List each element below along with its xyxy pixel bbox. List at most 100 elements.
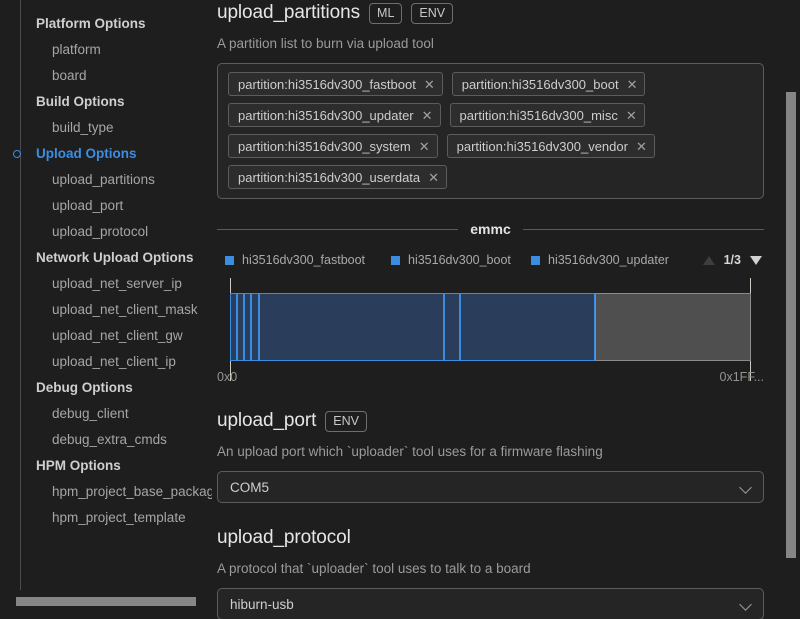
close-icon[interactable]: ✕ (626, 109, 637, 122)
sidebar-item-label: Platform Options (36, 16, 146, 31)
upload-partitions-description: A partition list to burn via upload tool (217, 36, 434, 51)
chart-plot-area: 0x0 0x1FF... (217, 278, 764, 386)
sidebar-item-label: debug_client (52, 406, 129, 421)
main-vertical-scrollbar-thumb[interactable] (786, 92, 796, 558)
sidebar-item-upload-partitions[interactable]: upload_partitions (0, 167, 212, 193)
close-icon[interactable]: ✕ (424, 78, 435, 91)
chevron-down-icon[interactable] (739, 598, 752, 611)
close-icon[interactable]: ✕ (428, 171, 439, 184)
sidebar-item-hpm-project-template[interactable]: hpm_project_template (0, 505, 212, 531)
partition-segment[interactable] (259, 293, 444, 361)
sidebar-item-label: debug_extra_cmds (52, 432, 167, 447)
sidebar-item-debug-extra-cmds[interactable]: debug_extra_cmds (0, 427, 212, 453)
sidebar-item-label: hpm_project_template (52, 510, 186, 525)
partition-segment[interactable] (443, 293, 461, 361)
chart-legend-item: hi3516dv300_updater (531, 253, 669, 267)
sidebar-item-label: Network Upload Options (36, 250, 194, 265)
sidebar-item-label: HPM Options (36, 458, 121, 473)
partition-tag[interactable]: partition:hi3516dv300_userdata ✕ (228, 165, 448, 189)
page-title: upload_partitions (217, 2, 361, 23)
sidebar-item-label: build_type (52, 120, 114, 135)
axis-label-min: 0x0 (217, 370, 238, 384)
sidebar-item-label: upload_protocol (52, 224, 149, 239)
emmc-chart-divider: emmc (217, 221, 764, 237)
legend-label: hi3516dv300_updater (548, 253, 669, 267)
sidebar-horizontal-scrollbar[interactable] (0, 589, 212, 619)
sidebar-item-hpm-project-base-package[interactable]: hpm_project_base_package (0, 479, 212, 505)
partition-tag[interactable]: partition:hi3516dv300_vendor ✕ (446, 134, 655, 158)
partition-tag-label: partition:hi3516dv300_userdata (238, 169, 421, 185)
upload-port-select[interactable]: COM5 (217, 471, 764, 503)
partition-tag-label: partition:hi3516dv300_boot (461, 76, 619, 92)
sidebar-item-build-type[interactable]: build_type (0, 115, 212, 141)
chevron-down-icon[interactable] (739, 481, 752, 494)
partition-segment[interactable] (251, 293, 260, 361)
sidebar-item-debug-client[interactable]: debug_client (0, 401, 212, 427)
upload-protocol-description: A protocol that `uploader` tool uses to … (217, 561, 531, 576)
close-icon[interactable]: ✕ (636, 140, 647, 153)
upload-port-header: upload_port ENV (212, 408, 784, 434)
sidebar-item-platform[interactable]: platform (0, 37, 212, 63)
partition-tag[interactable]: partition:hi3516dv300_boot ✕ (451, 72, 646, 96)
partition-tag[interactable]: partition:hi3516dv300_system ✕ (228, 134, 438, 158)
divider-rule-right (522, 228, 764, 230)
sidebar-item-label: upload_port (52, 198, 124, 213)
partition-tag[interactable]: partition:hi3516dv300_misc ✕ (449, 103, 645, 127)
upload-protocol-title: upload_protocol (217, 527, 351, 548)
sidebar-item-platform-options[interactable]: Platform Options (0, 11, 212, 37)
sidebar-item-upload-port[interactable]: upload_port (0, 193, 212, 219)
sidebar-item-debug-options[interactable]: Debug Options (0, 375, 212, 401)
options-tree: Platform Options platform board Build Optio… (0, 0, 212, 531)
sidebar-item-upload-net-client-mask[interactable]: upload_net_client_mask (0, 297, 212, 323)
node-expanded-icon[interactable] (13, 150, 21, 158)
sidebar-item-upload-net-client-ip[interactable]: upload_net_client_ip (0, 349, 212, 375)
config-editor-window: Platform Options platform board Build Optio… (0, 0, 800, 619)
sidebar-item-label: platform (52, 42, 101, 57)
upload-protocol-select[interactable]: hiburn-usb (217, 588, 764, 619)
sidebar-horizontal-scrollbar-thumb[interactable] (16, 597, 196, 606)
sidebar-item-upload-options[interactable]: Upload Options (0, 141, 212, 167)
sidebar-item-upload-protocol[interactable]: upload_protocol (0, 219, 212, 245)
close-icon[interactable]: ✕ (422, 109, 433, 122)
chart-legend-pager[interactable]: 1/3 (702, 251, 762, 269)
close-icon[interactable]: ✕ (627, 78, 638, 91)
divider-rule-left (217, 228, 459, 230)
partition-segment[interactable] (244, 293, 252, 361)
partition-segment[interactable] (460, 293, 595, 361)
chart-legend: hi3516dv300_fastboot hi3516dv300_boot hi35… (217, 251, 764, 269)
partition-tag-label: partition:hi3516dv300_vendor (456, 138, 628, 154)
badge-env[interactable]: ENV (411, 2, 454, 24)
sidebar-item-label: upload_net_client_mask (52, 302, 198, 317)
badge-env-upload-port[interactable]: ENV (325, 410, 367, 432)
main-vertical-scrollbar[interactable] (778, 0, 800, 619)
sidebar-item-board[interactable]: board (0, 63, 212, 89)
sidebar-item-label: Build Options (36, 94, 125, 109)
upload-partitions-tag-list[interactable]: partition:hi3516dv300_fastboot ✕ partition… (217, 63, 764, 199)
upload-port-value: COM5 (230, 479, 270, 495)
partition-tag[interactable]: partition:hi3516dv300_fastboot ✕ (228, 72, 443, 96)
chart-legend-item: hi3516dv300_fastboot (225, 253, 391, 267)
partition-segment[interactable] (236, 293, 245, 361)
legend-swatch-icon (531, 255, 540, 265)
legend-swatch-icon (225, 255, 234, 265)
close-icon[interactable]: ✕ (419, 140, 430, 153)
emmc-partition-chart: hi3516dv300_fastboot hi3516dv300_boot hi35… (217, 251, 764, 386)
partition-segment[interactable] (230, 293, 237, 361)
sidebar-item-hpm-options[interactable]: HPM Options (0, 453, 212, 479)
sidebar-item-label: board (52, 68, 87, 83)
upload-partitions-header: upload_partitions ML ENV (212, 0, 784, 26)
options-sidebar: Platform Options platform board Build Optio… (0, 0, 212, 619)
chart-axis-labels: 0x0 0x1FF... (217, 370, 764, 384)
partition-segment[interactable] (594, 293, 751, 361)
sidebar-item-label: upload_net_client_ip (52, 354, 176, 369)
partition-tag[interactable]: partition:hi3516dv300_updater ✕ (228, 103, 441, 127)
legend-page-up-icon[interactable] (702, 255, 715, 265)
sidebar-item-label: upload_net_server_ip (52, 276, 182, 291)
partition-bar (230, 293, 751, 361)
sidebar-item-upload-net-client-gw[interactable]: upload_net_client_gw (0, 323, 212, 349)
sidebar-item-upload-net-server-ip[interactable]: upload_net_server_ip (0, 271, 212, 297)
badge-ml[interactable]: ML (369, 2, 403, 24)
sidebar-item-build-options[interactable]: Build Options (0, 89, 212, 115)
sidebar-item-network-upload-options[interactable]: Network Upload Options (0, 245, 212, 271)
legend-page-down-icon[interactable] (750, 255, 762, 265)
